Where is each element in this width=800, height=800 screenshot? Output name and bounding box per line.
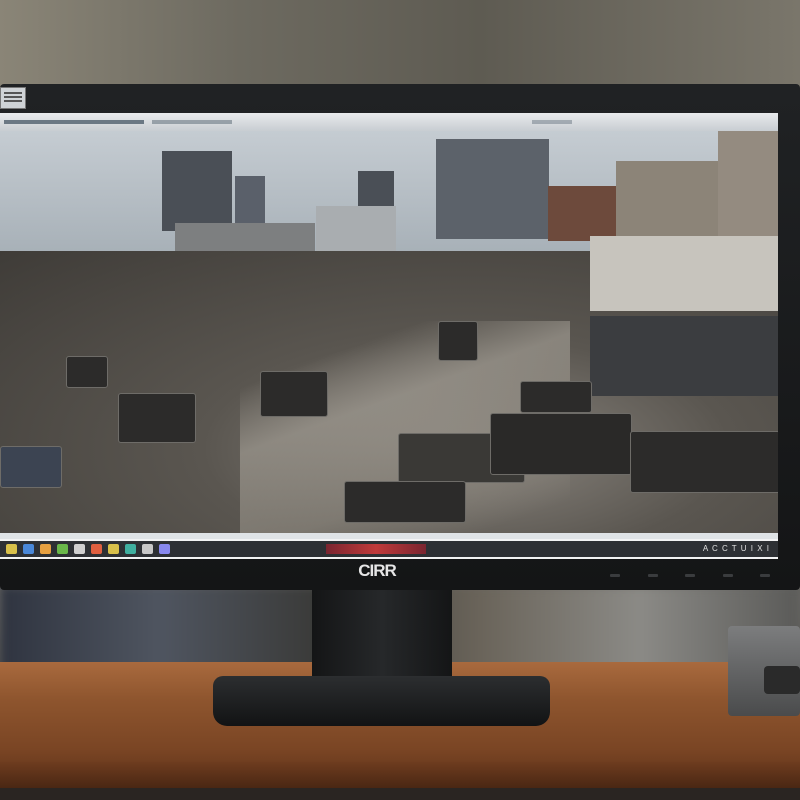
taskbar-app-icon[interactable]: [40, 544, 51, 554]
toolbar-strip: [532, 120, 572, 124]
floor: [0, 788, 800, 800]
toolbar-strip: [152, 120, 232, 124]
taskbar-app-icon[interactable]: [6, 544, 17, 554]
active-window-tab[interactable]: [326, 544, 426, 554]
wrecked-car: [490, 413, 632, 475]
taskbar-tray: A C C T U I X I: [0, 541, 778, 557]
wrecked-car: [66, 356, 108, 388]
wrecked-car: [344, 481, 466, 523]
monitor-button[interactable]: [685, 574, 695, 577]
monitor-button[interactable]: [760, 574, 770, 577]
tower-building: [162, 151, 232, 231]
wrecked-car: [260, 371, 328, 417]
building: [358, 171, 394, 211]
device-port: [764, 666, 800, 694]
bus-wreck: [590, 316, 778, 396]
taskbar-app-icon[interactable]: [57, 544, 68, 554]
white-building: [316, 206, 396, 251]
tall-building: [436, 139, 549, 239]
status-line: [0, 533, 778, 539]
taskbar-app-icon[interactable]: [142, 544, 153, 554]
wrecked-car: [438, 321, 478, 361]
building: [235, 176, 265, 226]
brick-building: [548, 186, 618, 241]
monitor-stand-neck: [312, 588, 452, 688]
monitor-stand-base: [213, 676, 550, 726]
tray-status-text: A C C T U I X I: [702, 544, 770, 553]
warehouse: [590, 236, 778, 311]
wrecked-car: [118, 393, 196, 443]
wrecked-car: [520, 381, 592, 413]
wasteland-city-image: [0, 131, 778, 533]
app-menu-icon[interactable]: [0, 87, 26, 109]
old-building: [718, 131, 778, 251]
background-wall: [0, 0, 800, 90]
monitor-buttons[interactable]: [610, 574, 770, 580]
monitor-button[interactable]: [610, 574, 620, 577]
taskbar-app-icon[interactable]: [125, 544, 136, 554]
wrecked-car: [0, 446, 62, 488]
monitor-button[interactable]: [722, 574, 733, 577]
taskbar-app-icon[interactable]: [91, 544, 102, 554]
taskbar-app-icon[interactable]: [74, 544, 85, 554]
side-device: [728, 626, 800, 716]
taskbar: A C C T U I X I: [0, 533, 778, 559]
taskbar-app-icon[interactable]: [23, 544, 34, 554]
toolbar-strip: [4, 120, 144, 124]
desk-edge: [0, 762, 800, 788]
taskbar-app-icon[interactable]: [159, 544, 170, 554]
app-toolbar[interactable]: [0, 113, 778, 131]
taskbar-app-icon[interactable]: [108, 544, 119, 554]
monitor-screen: A C C T U I X I: [0, 113, 778, 559]
monitor-brand-logo: CIRR: [358, 561, 397, 580]
wrecked-car: [630, 431, 778, 493]
monitor-button[interactable]: [647, 574, 658, 577]
